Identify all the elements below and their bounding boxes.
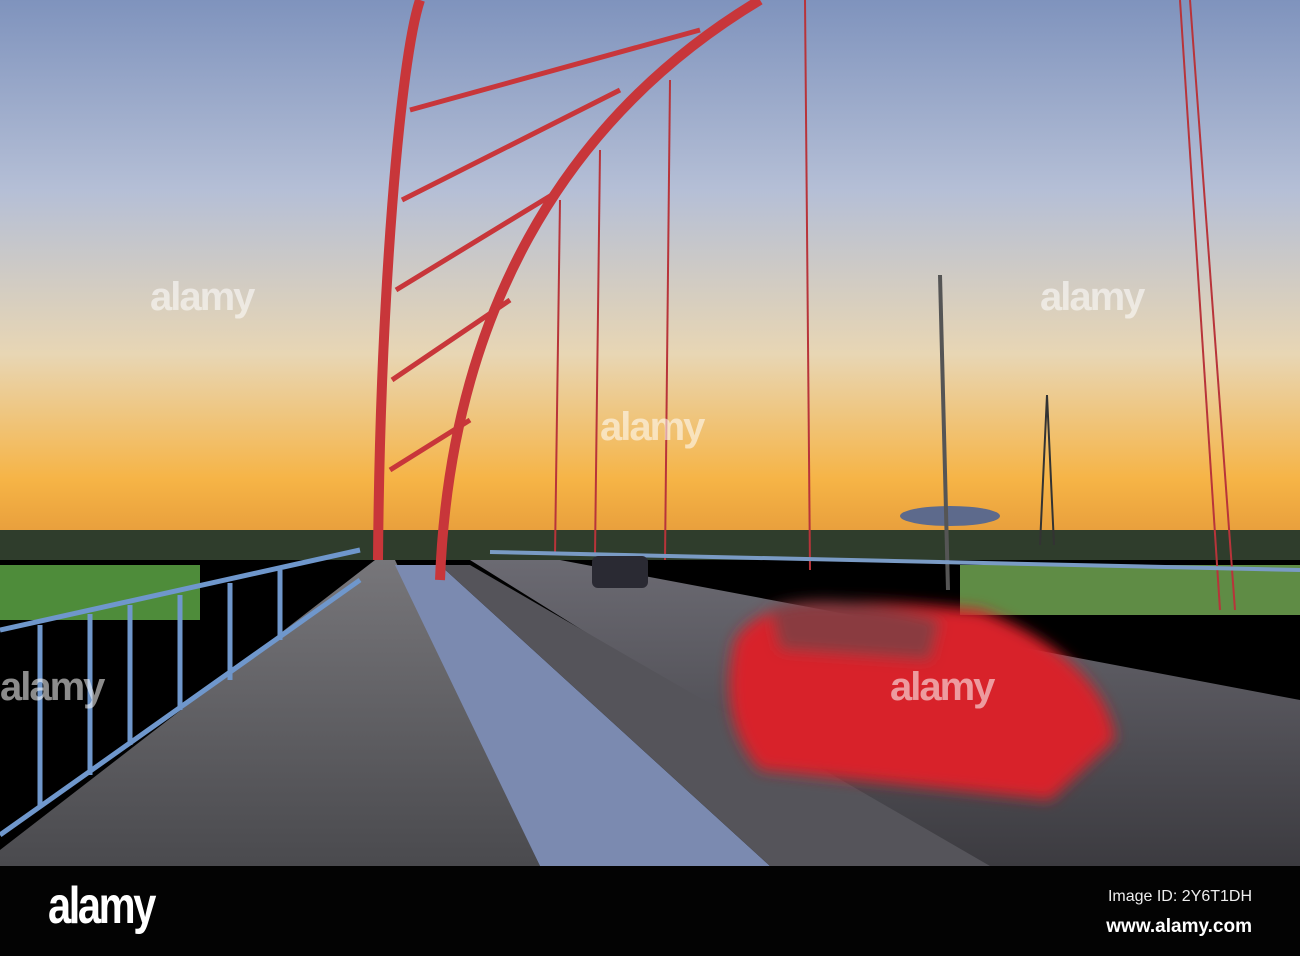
cloud — [900, 506, 1000, 526]
image-id: Image ID: 2Y6T1DH — [1107, 888, 1252, 905]
field — [960, 565, 1300, 615]
watermark: alamy — [150, 275, 255, 319]
alamy-logo: alamy — [48, 877, 156, 935]
watermark: alamy — [890, 665, 995, 709]
car — [592, 556, 648, 588]
watermark: alamy — [600, 405, 705, 449]
footer-bar: alamy Image ID: 2Y6T1DH www.alamy.com — [0, 866, 1300, 956]
watermark: alamy — [1040, 275, 1145, 319]
website-link[interactable]: www.alamy.com — [1106, 916, 1252, 938]
watermark: alamy — [0, 665, 105, 709]
